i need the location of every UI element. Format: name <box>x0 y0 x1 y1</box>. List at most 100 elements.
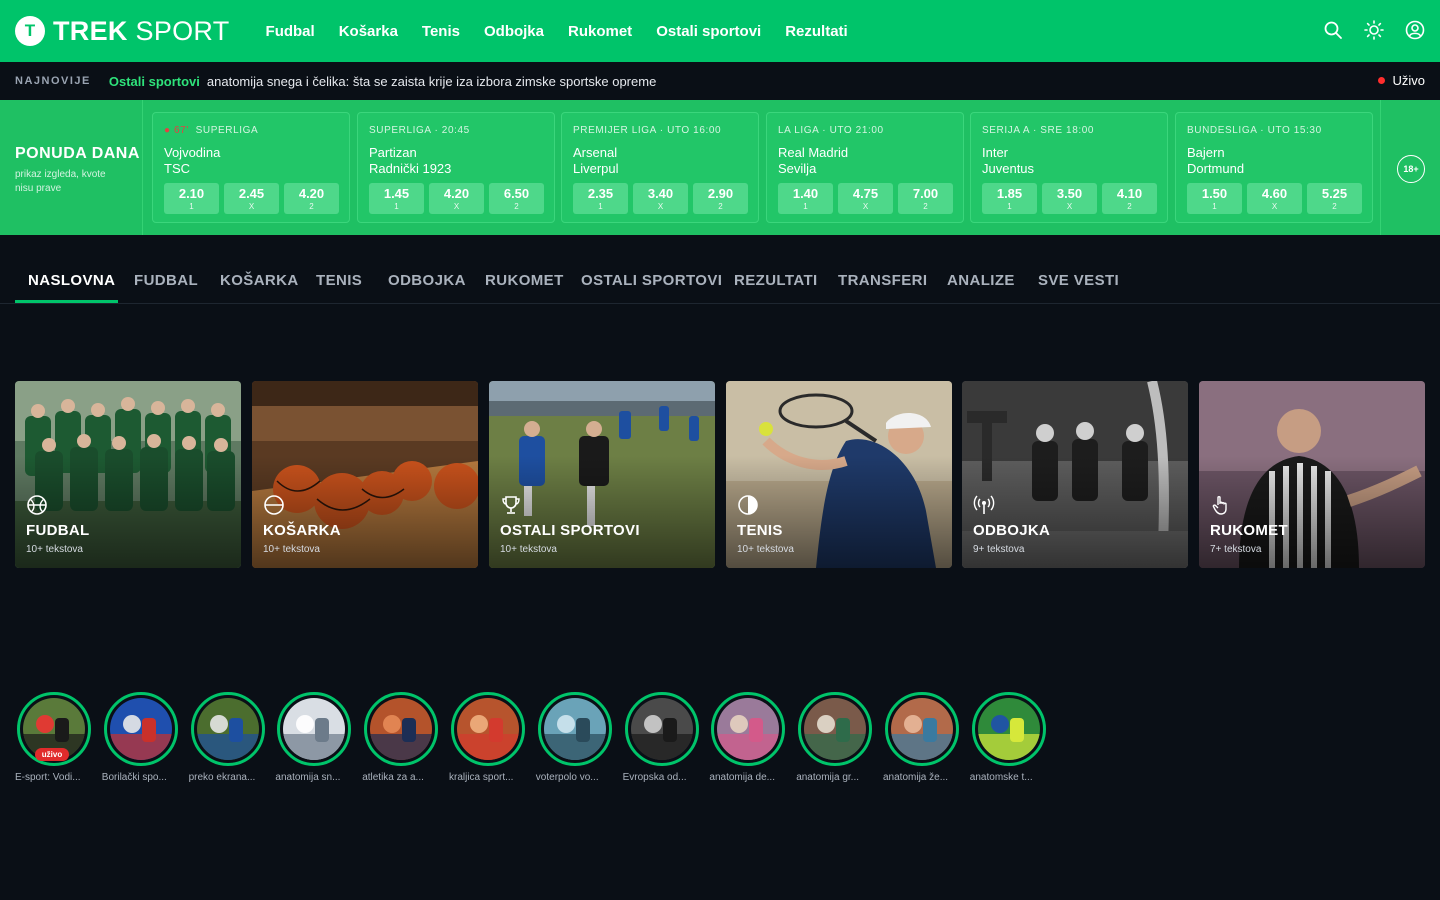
match-competition: BUNDESLIGA · UTO 15:30 <box>1187 125 1322 136</box>
ticker-category[interactable]: Ostali sportovi <box>109 74 200 89</box>
nav-link-rukomet[interactable]: Rukomet <box>568 23 632 40</box>
live-indicator[interactable]: Uživo <box>1378 73 1425 88</box>
odds-outcome: X <box>1271 202 1278 211</box>
tab-naslovna[interactable]: NASLOVNA <box>28 272 115 289</box>
odds-outcome: 2 <box>718 202 723 211</box>
story-caption: atletika za a... <box>362 772 424 783</box>
away-team: Liverpul <box>573 161 619 176</box>
card-count: 10+ tekstova <box>263 544 320 555</box>
story-ring <box>364 692 439 766</box>
odds-button[interactable]: 4.60 X <box>1247 183 1302 214</box>
odds-button[interactable]: 1.45 1 <box>369 183 424 214</box>
active-tab-indicator <box>15 300 118 303</box>
odds-button[interactable]: 4.20 X <box>429 183 484 214</box>
odds-outcome: 1 <box>394 202 399 211</box>
search-icon[interactable] <box>1322 19 1344 41</box>
news-ticker: NAJNOVIJE Ostali sportovi anatomija sneg… <box>0 62 1440 100</box>
odds-button[interactable]: 2.90 2 <box>693 183 748 214</box>
story-caption: anatomija že... <box>883 772 949 783</box>
story-ring <box>537 692 612 766</box>
site-logo[interactable]: T TREK SPORT <box>15 16 230 47</box>
story-caption: anatomija de... <box>709 772 775 783</box>
card-gradient <box>489 381 715 568</box>
odds-outcome: X <box>657 202 664 211</box>
category-card-tenis[interactable]: TENIS 10+ tekstova <box>726 381 952 568</box>
odds-value: 6.50 <box>503 186 530 201</box>
category-card-kosarka[interactable]: KOŠARKA 10+ tekstova <box>252 381 478 568</box>
odds-button[interactable]: 6.50 2 <box>489 183 544 214</box>
tab-fudbal[interactable]: FUDBAL <box>134 272 198 289</box>
tab-transferi[interactable]: TRANSFERI <box>838 272 927 289</box>
odds-button[interactable]: 4.10 2 <box>1102 183 1157 214</box>
odds-button[interactable]: 4.20 2 <box>284 183 339 214</box>
tab-rukomet[interactable]: RUKOMET <box>485 272 564 289</box>
tab-košarka[interactable]: KOŠARKA <box>220 272 299 289</box>
odds-button[interactable]: 1.50 1 <box>1187 183 1242 214</box>
match-card[interactable]: SERIJA A · SRE 18:00 Inter Juventus 1.85 1 3.… <box>970 112 1168 223</box>
ticker-headline[interactable]: anatomija snega i čelika: šta se zaista … <box>207 74 656 89</box>
odds-outcome: X <box>1066 202 1073 211</box>
story-image <box>109 698 172 760</box>
nav-link-kosarka[interactable]: Košarka <box>339 23 398 40</box>
odds-row: 1.40 1 4.75 X 7.00 2 <box>778 183 958 214</box>
story-ring <box>798 692 873 766</box>
category-card-fudbal[interactable]: FUDBAL 10+ tekstova <box>15 381 241 568</box>
home-team: Partizan <box>369 145 417 160</box>
odds-outcome: X <box>862 202 869 211</box>
category-card-rukomet[interactable]: RUKOMET 7+ tekstova <box>1199 381 1425 568</box>
odds-button[interactable]: 5.25 2 <box>1307 183 1362 214</box>
live-dot-icon <box>1378 77 1386 84</box>
home-team: Vojvodina <box>164 145 221 160</box>
tab-rezultati[interactable]: REZULTATI <box>734 272 818 289</box>
logo-text: TREK SPORT <box>53 15 230 46</box>
odds-button[interactable]: 7.00 2 <box>898 183 953 214</box>
tab-sve-vesti[interactable]: SVE VESTI <box>1038 272 1119 289</box>
odds-value: 7.00 <box>912 186 939 201</box>
odds-button[interactable]: 2.10 1 <box>164 183 219 214</box>
category-card-ostali-sportovi[interactable]: OSTALI SPORTOVI 10+ tekstova <box>489 381 715 568</box>
tab-odbojka[interactable]: ODBOJKA <box>388 272 466 289</box>
match-competition: LA LIGA · UTO 21:00 <box>778 125 884 136</box>
odds-value: 4.75 <box>852 186 879 201</box>
odds-value: 1.50 <box>1201 186 1228 201</box>
story-ring <box>277 692 352 766</box>
odds-value: 2.10 <box>178 186 205 201</box>
away-team: Dortmund <box>1187 161 1245 176</box>
away-team: Radnički 1923 <box>369 161 452 176</box>
match-card[interactable]: SUPERLIGA · 20:45 Partizan Radnički 1923 1.… <box>357 112 555 223</box>
away-team: Juventus <box>982 161 1035 176</box>
offer-subtitle: prikaz izgleda, kvote nisu prave <box>15 169 106 194</box>
live-badge: uživo <box>35 748 69 761</box>
card-count: 10+ tekstova <box>500 544 557 555</box>
home-team: Bajern <box>1187 145 1225 160</box>
nav-link-ostali-sportovi[interactable]: Ostali sportovi <box>656 23 761 40</box>
odds-button[interactable]: 2.35 1 <box>573 183 628 214</box>
user-account-icon[interactable] <box>1404 19 1426 41</box>
category-card-odbojka[interactable]: ODBOJKA 9+ tekstova <box>962 381 1188 568</box>
hand-pointer-icon <box>1210 494 1232 516</box>
odds-row: 2.10 1 2.45 X 4.20 2 <box>164 183 344 214</box>
odds-button[interactable]: 1.85 1 <box>982 183 1037 214</box>
tab-analize[interactable]: ANALIZE <box>947 272 1015 289</box>
odds-button[interactable]: 3.50 X <box>1042 183 1097 214</box>
odds-button[interactable]: 4.75 X <box>838 183 893 214</box>
card-title: RUKOMET <box>1210 522 1288 539</box>
story-caption: voterpolo vo... <box>535 772 599 783</box>
odds-outcome: 2 <box>1127 202 1132 211</box>
tab-ostali-sportovi[interactable]: OSTALI SPORTOVI <box>581 272 722 289</box>
match-card[interactable]: ● 67' SUPERLIGA Vojvodina TSC 2.10 1 2.45 X 4.2… <box>152 112 350 223</box>
odds-button[interactable]: 1.40 1 <box>778 183 833 214</box>
nav-link-fudbal[interactable]: Fudbal <box>266 23 315 40</box>
odds-outcome: 1 <box>598 202 603 211</box>
tab-tenis[interactable]: TENIS <box>316 272 362 289</box>
odds-button[interactable]: 3.40 X <box>633 183 688 214</box>
match-card[interactable]: PREMIJER LIGA · UTO 16:00 Arsenal Liverpul… <box>561 112 759 223</box>
match-card[interactable]: LA LIGA · UTO 21:00 Real Madrid Sevilja 1.4… <box>766 112 964 223</box>
nav-link-odbojka[interactable]: Odbojka <box>484 23 544 40</box>
odds-button[interactable]: 2.45 X <box>224 183 279 214</box>
theme-toggle-icon[interactable] <box>1363 19 1385 41</box>
nav-link-rezultati[interactable]: Rezultati <box>785 23 848 40</box>
match-card[interactable]: BUNDESLIGA · UTO 15:30 Bajern Dortmund 1.50… <box>1175 112 1373 223</box>
nav-link-tenis[interactable]: Tenis <box>422 23 460 40</box>
story-image <box>891 698 953 760</box>
